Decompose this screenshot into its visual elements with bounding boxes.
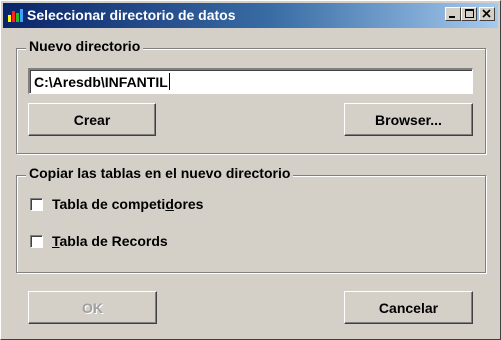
ok-button[interactable]: OK: [28, 291, 157, 324]
crear-button[interactable]: Crear: [28, 103, 156, 136]
directory-path-value: C:\Aresdb\INFANTIL: [34, 74, 168, 90]
app-icon: [8, 9, 24, 22]
close-icon: [482, 9, 491, 18]
tabla-records-label: Tabla de Records: [52, 233, 168, 249]
tabla-competidores-checkbox[interactable]: [30, 198, 43, 211]
nuevo-directorio-group: [16, 48, 486, 154]
browser-button[interactable]: Browser...: [344, 103, 473, 136]
maximize-icon: [465, 9, 474, 18]
tabla-competidores-label: Tabla de competidores: [52, 196, 204, 212]
close-button[interactable]: [479, 7, 495, 21]
nuevo-directorio-legend: Nuevo directorio: [26, 38, 144, 54]
window-title: Seleccionar directorio de datos: [27, 7, 236, 23]
cancelar-button[interactable]: Cancelar: [344, 291, 473, 324]
minimize-icon: [449, 16, 455, 18]
maximize-button[interactable]: [461, 7, 477, 21]
copiar-tablas-group: [16, 175, 486, 273]
minimize-button[interactable]: [445, 7, 461, 21]
tabla-records-checkbox[interactable]: [30, 235, 43, 248]
dialog-window: Seleccionar directorio de datos Nuevo di…: [0, 0, 501, 340]
title-bar[interactable]: Seleccionar directorio de datos: [3, 3, 498, 28]
text-caret: [168, 73, 170, 90]
copiar-tablas-legend: Copiar las tablas en el nuevo directorio: [26, 165, 294, 181]
directory-path-input[interactable]: C:\Aresdb\INFANTIL: [28, 68, 473, 94]
